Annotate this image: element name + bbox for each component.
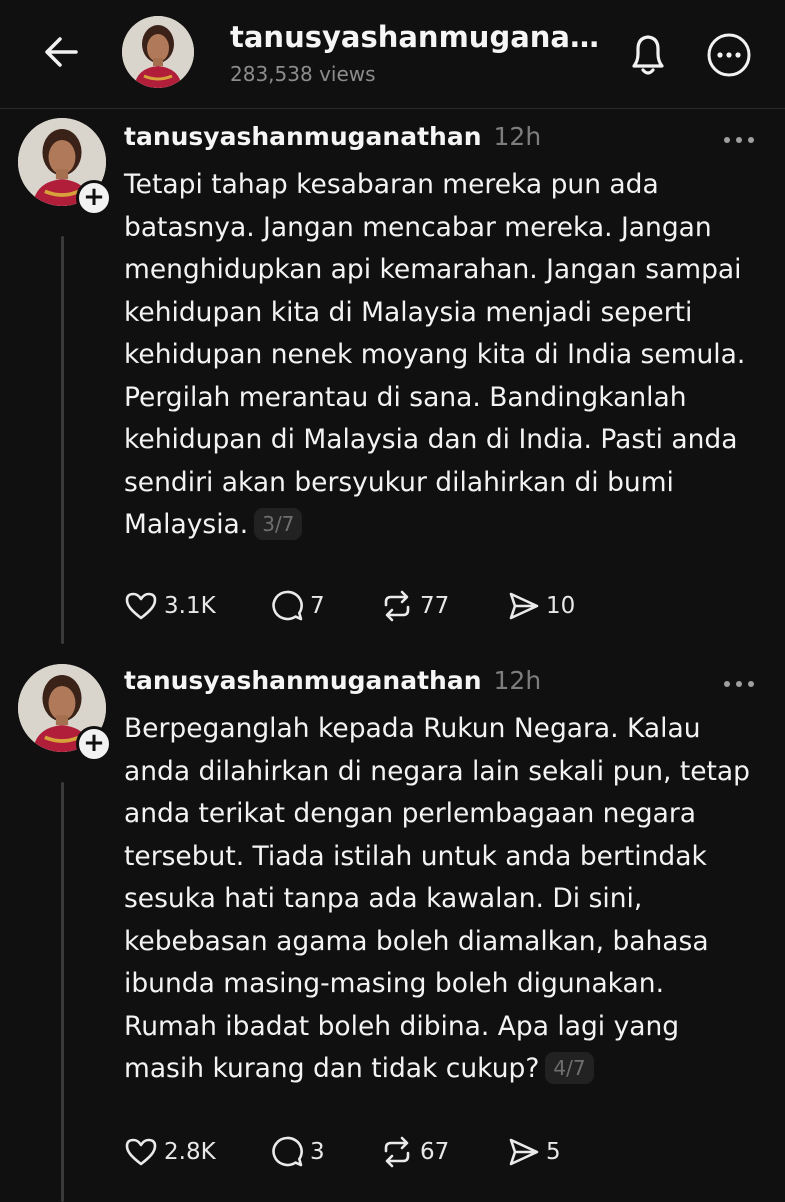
post-header: tanusyashanmuganathan 12h bbox=[124, 122, 541, 151]
view-count: 283,538 views bbox=[230, 62, 376, 86]
repost-count: 67 bbox=[420, 1139, 450, 1165]
repost-count: 77 bbox=[420, 593, 450, 619]
profile-photo bbox=[122, 16, 194, 88]
comment-icon bbox=[272, 590, 303, 621]
heart-icon bbox=[125, 592, 157, 620]
like-button[interactable]: 3.1K bbox=[124, 586, 216, 626]
repost-icon bbox=[384, 590, 410, 622]
post-time: 12h bbox=[493, 122, 542, 151]
post-body: Berpeganglah kepada Rukun Negara. Kalau … bbox=[124, 713, 750, 1084]
share-button[interactable]: 10 bbox=[506, 586, 575, 626]
comment-icon bbox=[272, 1136, 303, 1167]
post-more-button[interactable] bbox=[722, 676, 756, 690]
post-more-button[interactable] bbox=[722, 132, 756, 146]
share-button[interactable]: 5 bbox=[506, 1132, 561, 1172]
username[interactable]: tanusyashanmuganathan bbox=[124, 122, 482, 151]
back-button[interactable] bbox=[40, 30, 84, 74]
like-count: 3.1K bbox=[164, 593, 216, 619]
more-circle-icon bbox=[707, 33, 751, 77]
top-bar: tanusyashanmugana... 283,538 views bbox=[0, 0, 785, 109]
share-count: 10 bbox=[546, 593, 576, 619]
reply-button[interactable]: 3 bbox=[270, 1132, 325, 1172]
post-text: Berpeganglah kepada Rukun Negara. Kalau … bbox=[124, 708, 764, 1091]
share-count: 5 bbox=[546, 1139, 561, 1165]
send-icon bbox=[509, 592, 539, 620]
post-time: 12h bbox=[493, 666, 542, 695]
arrow-left-icon bbox=[45, 37, 78, 67]
thread-connector-line bbox=[61, 782, 64, 1202]
more-horizontal-icon bbox=[724, 681, 754, 687]
thread-connector-line bbox=[61, 236, 64, 644]
post-body: Tetapi tahap kesabaran mereka pun ada ba… bbox=[124, 169, 746, 540]
username[interactable]: tanusyashanmuganathan bbox=[124, 666, 482, 695]
follow-button[interactable]: + bbox=[76, 726, 112, 762]
reply-count: 7 bbox=[310, 593, 325, 619]
bell-icon bbox=[632, 35, 664, 75]
more-horizontal-icon bbox=[724, 137, 754, 143]
more-options-button[interactable] bbox=[706, 32, 752, 78]
repost-icon bbox=[384, 1136, 410, 1168]
notifications-button[interactable] bbox=[624, 30, 672, 80]
reply-button[interactable]: 7 bbox=[270, 586, 325, 626]
like-button[interactable]: 2.8K bbox=[124, 1132, 216, 1172]
reply-count: 3 bbox=[310, 1139, 325, 1165]
like-count: 2.8K bbox=[164, 1139, 216, 1165]
thread-counter: 4/7 bbox=[545, 1052, 594, 1084]
avatar[interactable] bbox=[122, 16, 194, 88]
post-text: Tetapi tahap kesabaran mereka pun ada ba… bbox=[124, 164, 764, 547]
heart-icon bbox=[125, 1138, 157, 1166]
send-icon bbox=[509, 1138, 539, 1166]
thread-counter: 3/7 bbox=[254, 508, 303, 540]
post-header: tanusyashanmuganathan 12h bbox=[124, 666, 541, 695]
plus-icon: + bbox=[83, 182, 105, 212]
follow-button[interactable]: + bbox=[76, 180, 112, 216]
repost-button[interactable]: 77 bbox=[380, 586, 449, 626]
repost-button[interactable]: 67 bbox=[380, 1132, 449, 1172]
plus-icon: + bbox=[83, 728, 105, 758]
page-title: tanusyashanmugana... bbox=[230, 20, 600, 54]
